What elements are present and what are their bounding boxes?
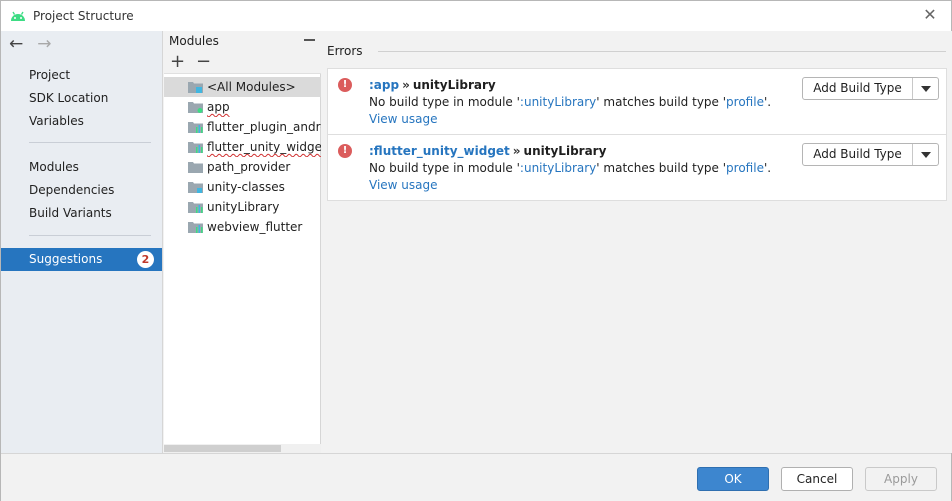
module-item-app[interactable]: app	[164, 97, 321, 117]
module-label: app	[207, 100, 230, 114]
modules-title: Modules	[169, 34, 219, 48]
error-message-buildtype-link[interactable]: profile	[726, 161, 764, 175]
module-group-icon	[188, 82, 203, 93]
chevron-down-icon[interactable]	[913, 78, 938, 99]
error-message: No build type in module ':unityLibrary' …	[369, 161, 771, 175]
library-module-icon	[188, 142, 203, 153]
nav-item-variables[interactable]: Variables	[1, 110, 162, 133]
modules-panel: Modules + − <All Modules> app flutter_pl…	[164, 31, 321, 453]
horizontal-scrollbar[interactable]	[164, 444, 321, 453]
error-message-text: ' matches build type '	[596, 95, 727, 109]
nav-item-label: Suggestions	[29, 252, 103, 266]
project-structure-dialog: Project Structure ✕ ← → Project SDK Loca…	[0, 0, 952, 501]
folder-icon	[188, 162, 203, 173]
error-message-buildtype-link[interactable]: profile	[726, 95, 764, 109]
nav-item-label: Variables	[29, 114, 84, 128]
error-message-text: No build type in module '	[369, 95, 520, 109]
add-build-type-split-button: Add Build Type	[802, 143, 939, 166]
view-usage-link[interactable]: View usage	[369, 112, 438, 126]
scrollbar-thumb[interactable]	[164, 445, 281, 452]
suggestions-count-badge: 2	[137, 251, 154, 268]
dialog-footer: OK Cancel Apply	[1, 453, 951, 501]
error-title: :app» unityLibrary	[369, 78, 496, 92]
module-item-flutter-plugin[interactable]: flutter_plugin_android_lifecycle	[164, 117, 321, 137]
nav-divider	[29, 235, 151, 236]
error-message-module-link[interactable]: :unityLibrary	[520, 161, 596, 175]
error-message: No build type in module ':unityLibrary' …	[369, 95, 771, 109]
error-separator: »	[402, 78, 410, 92]
error-module-link[interactable]: :flutter_unity_widget	[369, 144, 510, 158]
nav-item-label: Dependencies	[29, 183, 115, 197]
module-item-all-modules[interactable]: <All Modules>	[164, 77, 321, 97]
close-icon[interactable]: ✕	[923, 7, 937, 23]
module-label: webview_flutter	[207, 220, 303, 234]
module-label: unity-classes	[207, 180, 285, 194]
errors-divider	[378, 51, 946, 52]
error-message-text: '.	[763, 95, 772, 109]
left-navigation: ← → Project SDK Location Variables Modul…	[1, 31, 163, 453]
module-label: flutter_unity_widget	[207, 140, 321, 154]
chevron-down-icon[interactable]	[913, 144, 938, 165]
error-target: unityLibrary	[523, 144, 607, 158]
nav-history: ← →	[9, 35, 52, 53]
arrow-left-icon[interactable]: ←	[9, 35, 23, 53]
minus-icon[interactable]: −	[196, 52, 211, 72]
cancel-button[interactable]: Cancel	[781, 467, 853, 491]
plus-icon[interactable]: +	[170, 52, 185, 72]
title-bar: Project Structure ✕	[1, 1, 951, 31]
minimize-icon[interactable]	[304, 39, 315, 41]
arrow-right-icon[interactable]: →	[37, 35, 51, 53]
app-module-icon	[188, 102, 203, 113]
library-module-icon	[188, 202, 203, 213]
ok-button[interactable]: OK	[697, 467, 769, 491]
error-icon: !	[338, 144, 352, 158]
nav-item-dependencies[interactable]: Dependencies	[1, 179, 162, 202]
error-separator: »	[512, 144, 521, 158]
nav-item-label: Project	[29, 68, 71, 82]
nav-item-build-variants[interactable]: Build Variants	[1, 202, 162, 225]
add-build-type-split-button: Add Build Type	[802, 77, 939, 100]
module-label: flutter_plugin_android_lifecycle	[207, 120, 321, 134]
module-item-flutter-unity-widget[interactable]: flutter_unity_widget	[164, 137, 321, 157]
module-label: unityLibrary	[207, 200, 280, 214]
library-module-icon	[188, 122, 203, 133]
modules-toolbar: + −	[164, 51, 321, 74]
error-card: ! :flutter_unity_widget» unityLibrary No …	[327, 134, 947, 201]
nav-item-label: Build Variants	[29, 206, 112, 220]
module-item-unity-library[interactable]: unityLibrary	[164, 197, 321, 217]
view-usage-link[interactable]: View usage	[369, 178, 438, 192]
nav-item-project[interactable]: Project	[1, 64, 162, 87]
nav-item-sdk-location[interactable]: SDK Location	[1, 87, 162, 110]
error-card: ! :app» unityLibrary No build type in mod…	[327, 68, 947, 135]
module-item-webview-flutter[interactable]: webview_flutter	[164, 217, 321, 237]
nav-item-modules[interactable]: Modules	[1, 156, 162, 179]
errors-panel: Errors ! :app» unityLibrary No build type…	[322, 31, 952, 453]
java-module-icon	[188, 182, 203, 193]
modules-header: Modules	[164, 31, 321, 51]
nav-divider	[29, 142, 151, 143]
error-title: :flutter_unity_widget» unityLibrary	[369, 144, 606, 158]
add-build-type-button[interactable]: Add Build Type	[803, 78, 913, 99]
error-module-link[interactable]: :app	[369, 78, 399, 92]
apply-button[interactable]: Apply	[865, 467, 937, 491]
nav-item-label: Modules	[29, 160, 79, 174]
library-module-icon	[188, 222, 203, 233]
nav-item-suggestions[interactable]: Suggestions 2	[1, 248, 162, 271]
error-message-text: ' matches build type '	[596, 161, 727, 175]
window-title: Project Structure	[33, 9, 134, 23]
module-item-path-provider[interactable]: path_provider	[164, 157, 321, 177]
module-label: path_provider	[207, 160, 291, 174]
module-label: <All Modules>	[207, 80, 296, 94]
nav-item-label: SDK Location	[29, 91, 109, 105]
add-build-type-button[interactable]: Add Build Type	[803, 144, 913, 165]
errors-heading: Errors	[327, 44, 363, 58]
error-target: unityLibrary	[412, 78, 496, 92]
module-item-unity-classes[interactable]: unity-classes	[164, 177, 321, 197]
error-message-text: No build type in module '	[369, 161, 520, 175]
android-icon	[11, 11, 25, 21]
error-message-module-link[interactable]: :unityLibrary	[520, 95, 596, 109]
error-icon: !	[338, 78, 352, 92]
error-message-text: '.	[763, 161, 772, 175]
